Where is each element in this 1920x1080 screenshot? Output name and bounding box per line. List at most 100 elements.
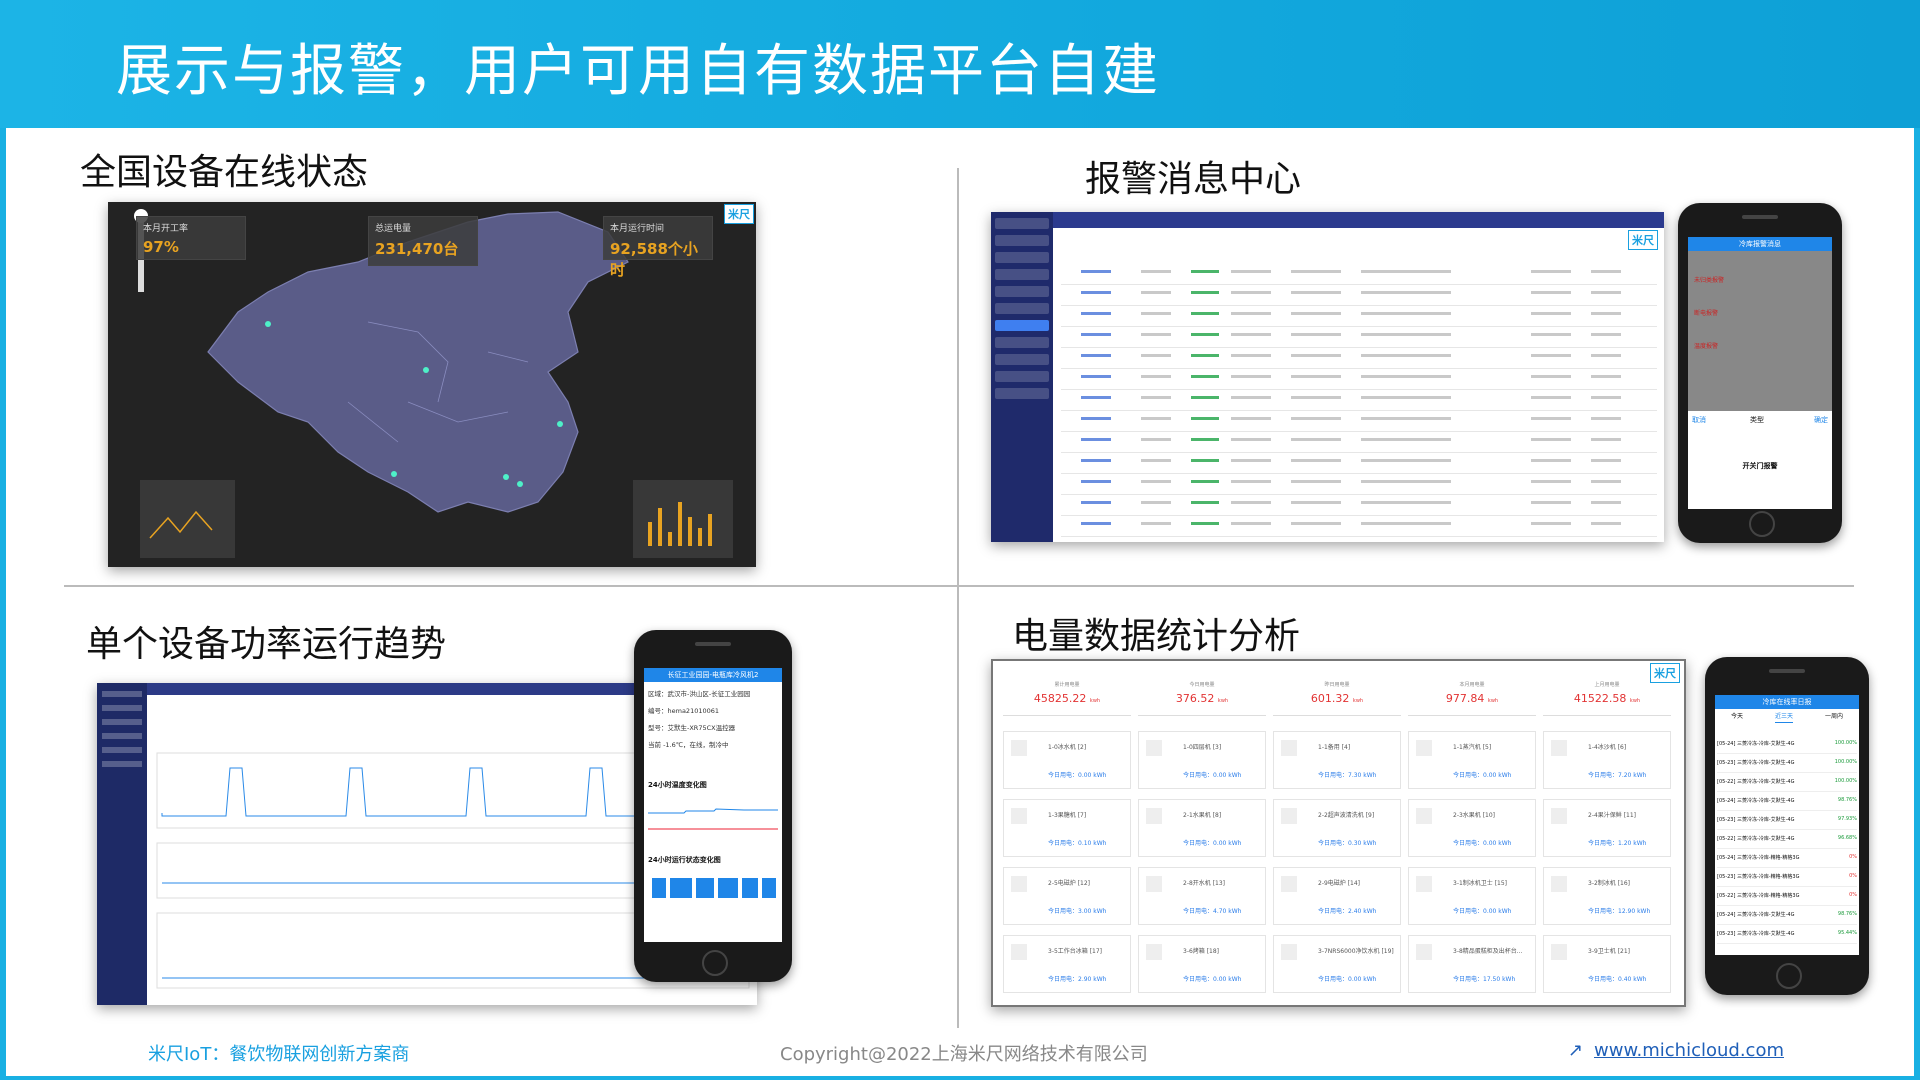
device-card[interactable]: 3-7NRS6000净饮水机 [19] 今日用电：0.00 kWh	[1273, 935, 1401, 993]
row-percent: 96.68%	[1837, 835, 1857, 841]
device-card[interactable]: 1-0四层机 [3] 今日用电：0.00 kWh	[1138, 731, 1266, 789]
device-card[interactable]: 1-4冰沙机 [6] 今日用电：7.20 kWh	[1543, 731, 1671, 789]
row-percent: 98.76%	[1837, 911, 1857, 917]
device-icon	[1416, 944, 1432, 960]
total-value: 376.52 kwh	[1175, 692, 1229, 705]
device-card[interactable]: 2-9电磁炉 [14] 今日用电：2.40 kWh	[1273, 867, 1401, 925]
device-usage: 今日用电：0.10 kWh	[1048, 840, 1107, 847]
device-card[interactable]: 3-6烤箱 [18] 今日用电：0.00 kWh	[1138, 935, 1266, 993]
alarm-center-screenshot: 米尺	[991, 212, 1664, 542]
section-title-alarm: 报警消息中心	[1085, 159, 1302, 200]
row-percent: 100.00%	[1834, 759, 1857, 765]
device-usage: 今日用电：0.00 kWh	[1183, 840, 1242, 847]
device-card[interactable]: 3-9卫士机 [21] 今日用电：0.40 kWh	[1543, 935, 1671, 993]
row-percent: 97.93%	[1837, 816, 1857, 822]
temp-chart-title: 24小时温度变化图	[648, 781, 707, 789]
state-chart	[652, 878, 776, 898]
device-icon	[1011, 944, 1027, 960]
device-card[interactable]: 3-5工作台冰箱 [17] 今日用电：2.90 kWh	[1003, 935, 1131, 993]
device-icon	[1416, 740, 1432, 756]
device-card[interactable]: 1-3果糖机 [7] 今日用电：0.10 kWh	[1003, 799, 1131, 857]
device-usage: 今日用电：12.90 kWh	[1588, 908, 1651, 915]
device-card[interactable]: 1-0冰水机 [2] 今日用电：0.00 kWh	[1003, 731, 1131, 789]
device-icon	[1551, 944, 1567, 960]
row-percent: 95.44%	[1837, 930, 1857, 936]
total-value: 601.32 kwh	[1310, 692, 1364, 705]
device-icon	[1011, 808, 1027, 824]
table-row	[1061, 306, 1657, 327]
device-name: 2-8开水机 [13]	[1183, 880, 1226, 887]
device-name: 2-5电磁炉 [12]	[1048, 880, 1091, 887]
device-card[interactable]: 2-3水果机 [10] 今日用电：0.00 kWh	[1408, 799, 1536, 857]
section-title-power: 单个设备功率运行趋势	[86, 624, 447, 665]
state-chart-title: 24小时运行状态变化图	[648, 856, 721, 864]
table-row	[1061, 390, 1657, 411]
table-row	[1061, 453, 1657, 474]
device-icon	[1281, 740, 1297, 756]
map-card-total: 总运电量 231,470台	[368, 216, 478, 266]
row-name: [05-23] 三菱冷冻-冷库-艾默生-4G	[1717, 760, 1795, 766]
tab-three-days[interactable]: 近三天	[1774, 711, 1793, 723]
phone-title: 冷库报警消息	[1688, 237, 1832, 251]
temp-chart	[648, 808, 778, 830]
energy-total-card: 今日用电量 376.52 kwh	[1138, 681, 1266, 716]
horizontal-divider	[64, 585, 1854, 587]
device-icon	[1551, 876, 1567, 892]
device-name: 3-6烤箱 [18]	[1183, 948, 1220, 955]
total-label: 今日用电量	[1189, 682, 1215, 688]
tab-week[interactable]: 一周内	[1825, 711, 1843, 723]
phone-title: 长征工业园园-电瓶库冷风机2	[644, 668, 782, 682]
device-usage: 今日用电：0.00 kWh	[1453, 908, 1512, 915]
device-card[interactable]: 1-1备用 [4] 今日用电：7.30 kWh	[1273, 731, 1401, 789]
picker-option[interactable]: 开关门报警	[1688, 461, 1832, 471]
device-icon	[1281, 808, 1297, 824]
device-card[interactable]: 1-1蒸汽机 [5] 今日用电：0.00 kWh	[1408, 731, 1536, 789]
table-row	[1061, 474, 1657, 495]
row-name: [05-24] 三菱冷冻-冷库-艾默生-4G	[1717, 912, 1795, 918]
vertical-divider	[957, 168, 959, 1028]
device-card[interactable]: 2-5电磁炉 [12] 今日用电：3.00 kWh	[1003, 867, 1131, 925]
device-card[interactable]: 2-2超声波清洗机 [9] 今日用电：0.30 kWh	[1273, 799, 1401, 857]
device-name: 1-0冰水机 [2]	[1048, 744, 1087, 751]
footer-tagline: 米尺IoT：餐饮物联网创新方案商	[148, 1044, 410, 1065]
device-card[interactable]: 2-8开水机 [13] 今日用电：4.70 kWh	[1138, 867, 1266, 925]
device-usage: 今日用电：0.00 kWh	[1453, 772, 1512, 779]
brand-logo: 米尺	[1628, 230, 1658, 250]
picker-ok-button[interactable]: 确定	[1814, 415, 1828, 425]
picker-cancel-button[interactable]: 取消	[1692, 415, 1706, 425]
device-usage: 今日用电：0.30 kWh	[1318, 840, 1377, 847]
header-bar: 展示与报警，用户可用自有数据平台自建	[0, 0, 1920, 128]
list-item: [05-24] 三菱冷冻-冷库-精格-精格3G 0%	[1717, 849, 1857, 868]
device-icon	[1551, 808, 1567, 824]
alarm-item: 温度报警	[1694, 343, 1719, 350]
device-usage: 今日用电：0.00 kWh	[1048, 772, 1107, 779]
website-link[interactable]: www.michicloud.com	[1594, 1040, 1784, 1061]
device-card[interactable]: 3-8精品蛋糕柜及出杯台... 今日用电：17.50 kWh	[1408, 935, 1536, 993]
device-card[interactable]: 3-1制冰机卫士 [15] 今日用电：0.00 kWh	[1408, 867, 1536, 925]
device-usage: 今日用电：3.00 kWh	[1048, 908, 1107, 915]
device-icon	[1281, 876, 1297, 892]
list-item: [05-23] 三菱冷冻-冷库-艾默生-4G 97.93%	[1717, 811, 1857, 830]
device-name: 3-2制冰机 [16]	[1588, 880, 1631, 887]
card-label: 总运电量	[375, 224, 412, 234]
device-card[interactable]: 3-2制冰机 [16] 今日用电：12.90 kWh	[1543, 867, 1671, 925]
device-icon	[1011, 876, 1027, 892]
device-name: 1-4冰沙机 [6]	[1588, 744, 1627, 751]
section-title-energy: 电量数据统计分析	[1012, 616, 1301, 657]
device-icon	[1281, 944, 1297, 960]
device-usage: 今日用电：7.30 kWh	[1318, 772, 1377, 779]
map-card-rate: 本月开工率 97%	[136, 216, 246, 260]
tab-today[interactable]: 今天	[1731, 711, 1743, 723]
info-status: 当前 -1.6℃，在线，制冷中	[648, 741, 729, 749]
device-icon	[1011, 740, 1027, 756]
device-card[interactable]: 2-1水果机 [8] 今日用电：0.00 kWh	[1138, 799, 1266, 857]
device-name: 1-1蒸汽机 [5]	[1453, 744, 1492, 751]
device-card[interactable]: 2-4果汁保鲜 [11] 今日用电：1.20 kWh	[1543, 799, 1671, 857]
info-id: 编号：hema21010061	[648, 707, 720, 715]
device-usage: 今日用电：4.70 kWh	[1183, 908, 1242, 915]
card-value: 92,588个小时	[610, 240, 698, 279]
energy-total-card: 上月用电量 41522.58 kwh	[1543, 681, 1671, 716]
device-name: 3-1制冰机卫士 [15]	[1453, 880, 1508, 887]
device-usage: 今日用电：17.50 kWh	[1453, 976, 1516, 983]
device-icon	[1551, 740, 1567, 756]
